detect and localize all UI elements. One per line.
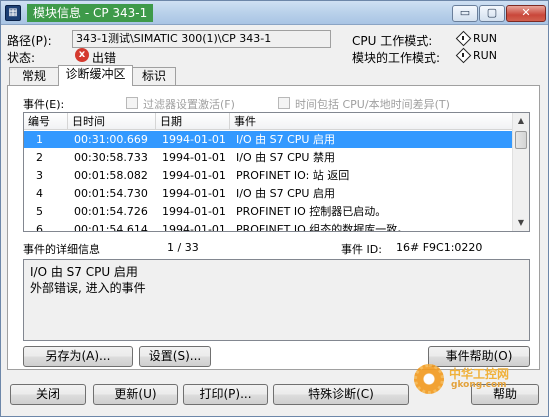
maximize-button[interactable]: ▢ [479, 5, 505, 22]
module-mode-label: 模块的工作模式: [352, 51, 441, 65]
scroll-up-icon[interactable]: ▲ [513, 113, 529, 129]
table-row[interactable]: 6 00:01:54.614 1994-01-01 PROFINET IO 组态… [24, 221, 512, 232]
watermark-url: gkong.com [451, 380, 507, 390]
table-row[interactable]: 2 00:30:58.733 1994-01-01 I/O 由 S7 CPU 禁… [24, 149, 512, 166]
tab-identification[interactable]: 标识 [132, 67, 176, 86]
tab-diagnostic-buffer[interactable]: 诊断缓冲区 [58, 65, 133, 86]
window-title: 模块信息 - CP 343-1 [27, 4, 154, 22]
column-header-number[interactable]: 编号 [24, 113, 68, 130]
cpu-mode-label: CPU 工作模式: [352, 34, 433, 48]
cpu-run-icon [456, 31, 470, 45]
cell-number: 5 [36, 205, 43, 218]
cell-date: 1994-01-01 [162, 187, 226, 200]
module-info-window: ▦ 模块信息 - CP 343-1 ▭ ▢ ✕ 路径(P): 343-1测试\S… [0, 0, 549, 417]
cell-event: I/O 由 S7 CPU 启用 [236, 133, 335, 146]
scroll-thumb[interactable] [515, 131, 527, 149]
cell-event: PROFINET IO 控制器已启动。 [236, 205, 387, 218]
cell-event: I/O 由 S7 CPU 禁用 [236, 151, 335, 164]
tab-general[interactable]: 常规 [9, 67, 59, 86]
status-value: 出错 [92, 51, 117, 65]
detail-line-1: I/O 由 S7 CPU 启用 [30, 265, 138, 279]
time-diff-checkbox[interactable] [278, 97, 290, 109]
title-bar[interactable]: ▦ 模块信息 - CP 343-1 ▭ ▢ ✕ [1, 1, 548, 25]
cell-number: 6 [36, 223, 43, 232]
module-mode-value: RUN [473, 49, 497, 62]
list-scrollbar[interactable]: ▲ ▼ [512, 113, 529, 231]
module-run-icon [456, 48, 470, 62]
cell-event: PROFINET IO: 站 返回 [236, 169, 350, 182]
cell-number: 3 [36, 169, 43, 182]
event-detail-box[interactable]: I/O 由 S7 CPU 启用 外部错误, 进入的事件 [23, 259, 530, 341]
cell-event: PROFINET IO 组态的数据库一致。 [236, 223, 409, 232]
close-window-button[interactable]: ✕ [506, 5, 546, 22]
cell-time: 00:01:54.614 [74, 223, 148, 232]
detail-label: 事件的详细信息 [23, 243, 100, 256]
filter-checkbox[interactable] [126, 97, 138, 109]
detail-line-2: 外部错误, 进入的事件 [30, 281, 146, 295]
cell-date: 1994-01-01 [162, 169, 226, 182]
path-label: 路径(P): [7, 34, 52, 48]
event-help-button[interactable]: 事件帮助(O) [428, 346, 530, 367]
list-header: 编号 日时间 日期 事件 [24, 113, 512, 130]
save-as-button[interactable]: 另存为(A)... [23, 346, 133, 367]
cell-date: 1994-01-01 [162, 133, 226, 146]
cell-time: 00:01:58.082 [74, 169, 148, 182]
cell-time: 00:30:58.733 [74, 151, 148, 164]
event-id-label: 事件 ID: [341, 243, 382, 256]
cell-number: 2 [36, 151, 43, 164]
time-diff-label: 时间包括 CPU/本地时间差异(T) [295, 98, 450, 111]
status-label: 状态: [7, 51, 36, 65]
close-button[interactable]: 关闭 [10, 384, 86, 405]
cell-number: 4 [36, 187, 43, 200]
watermark-gear-icon [414, 364, 444, 394]
event-id-value: 16# F9C1:0220 [396, 241, 483, 254]
settings-button[interactable]: 设置(S)... [139, 346, 211, 367]
special-diagnosis-button[interactable]: 特殊诊断(C) [273, 384, 409, 405]
column-header-event[interactable]: 事件 [230, 113, 512, 130]
path-field[interactable]: 343-1测试\SIMATIC 300(1)\CP 343-1 [72, 30, 331, 48]
minimize-button[interactable]: ▭ [452, 5, 478, 22]
table-row[interactable]: 1 00:31:00.669 1994-01-01 I/O 由 S7 CPU 启… [24, 131, 512, 148]
cell-time: 00:31:00.669 [74, 133, 148, 146]
cell-date: 1994-01-01 [162, 223, 226, 232]
events-list[interactable]: 编号 日时间 日期 事件 1 00:31:00.669 1994-01-01 I… [23, 112, 530, 232]
error-icon: x [75, 48, 89, 62]
events-label: 事件(E): [23, 98, 65, 111]
cpu-mode-value: RUN [473, 32, 497, 45]
table-row[interactable]: 4 00:01:54.730 1994-01-01 I/O 由 S7 CPU 启… [24, 185, 512, 202]
cell-event: I/O 由 S7 CPU 启用 [236, 187, 335, 200]
filter-label: 过滤器设置激活(F) [143, 98, 235, 111]
app-icon: ▦ [5, 5, 21, 21]
cell-number: 1 [36, 133, 43, 146]
update-button[interactable]: 更新(U) [93, 384, 178, 405]
scroll-down-icon[interactable]: ▼ [513, 215, 529, 231]
table-row[interactable]: 5 00:01:54.726 1994-01-01 PROFINET IO 控制… [24, 203, 512, 220]
cell-time: 00:01:54.726 [74, 205, 148, 218]
cell-date: 1994-01-01 [162, 151, 226, 164]
print-button[interactable]: 打印(P)... [183, 384, 268, 405]
cell-date: 1994-01-01 [162, 205, 226, 218]
column-header-date[interactable]: 日期 [156, 113, 230, 130]
event-counter: 1 / 33 [167, 241, 199, 254]
cell-time: 00:01:54.730 [74, 187, 148, 200]
column-header-time[interactable]: 日时间 [68, 113, 156, 130]
table-row[interactable]: 3 00:01:58.082 1994-01-01 PROFINET IO: 站… [24, 167, 512, 184]
